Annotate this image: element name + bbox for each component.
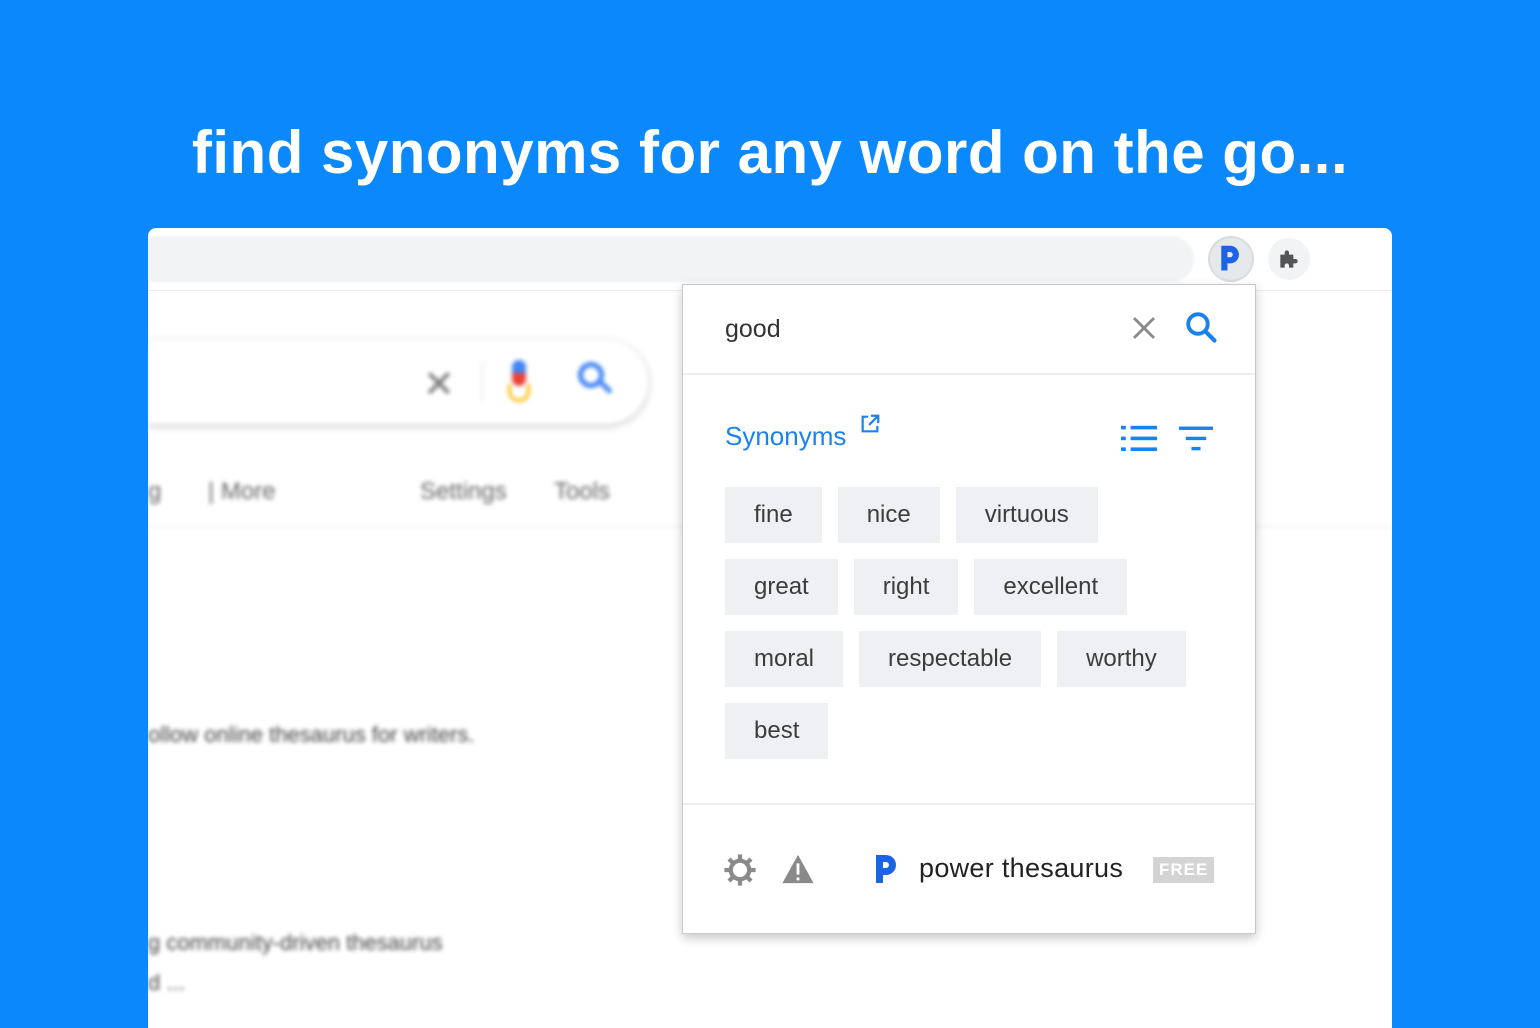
warning-icon[interactable]: [781, 853, 815, 885]
background-result-snippet: ollow online thesaurus for writers.: [148, 722, 475, 747]
synonym-chip[interactable]: best: [725, 703, 829, 759]
background-nav-more: | More: [208, 478, 276, 505]
background-divider: [482, 362, 483, 402]
synonym-chip[interactable]: virtuous: [955, 487, 1098, 543]
popup-search-area: [683, 285, 1255, 375]
headline: find synonyms for any word on the go...: [191, 119, 1349, 186]
search-icon[interactable]: [1183, 309, 1219, 345]
power-thesaurus-logo-icon: [876, 855, 896, 883]
synonym-chip[interactable]: respectable: [859, 631, 1042, 687]
power-thesaurus-extension-button[interactable]: [1210, 238, 1252, 280]
address-bar[interactable]: [148, 236, 1194, 282]
chip-row: moral respectable worthy: [725, 631, 1225, 687]
synonym-chip[interactable]: excellent: [974, 559, 1128, 615]
synonym-chips: fine nice virtuous great right excellent…: [725, 487, 1225, 775]
synonym-chip[interactable]: great: [725, 559, 838, 615]
background-clear-icon: ✕: [423, 364, 455, 406]
background-nav-settings: Settings: [420, 478, 507, 505]
list-view-icon[interactable]: [1121, 423, 1157, 455]
background-nav-partial: g: [148, 478, 162, 505]
background-nav-tools: Tools: [554, 478, 611, 505]
synonym-chip[interactable]: worthy: [1057, 631, 1186, 687]
external-link-icon[interactable]: [859, 413, 881, 435]
popup-footer: power thesaurus FREE: [683, 803, 1255, 935]
browser-toolbar: [148, 228, 1392, 291]
background-search-bar: ✕: [148, 340, 648, 424]
brand-name: power thesaurus: [919, 853, 1124, 883]
background-mic-icon: [512, 360, 526, 386]
background-result-snippet: d ...: [148, 970, 185, 995]
power-thesaurus-extension-icon: [1221, 245, 1239, 271]
synonym-chip[interactable]: moral: [725, 631, 844, 687]
synonym-chip[interactable]: right: [853, 559, 959, 615]
puzzle-extensions-icon: [1280, 250, 1298, 268]
free-badge: FREE: [1153, 857, 1215, 883]
background-result-snippet: g community-driven thesaurus: [148, 930, 443, 955]
clear-icon[interactable]: [1127, 311, 1161, 345]
word-search-input[interactable]: [725, 309, 1105, 349]
background-search-icon-handle: [599, 380, 613, 395]
gear-icon[interactable]: [723, 853, 757, 887]
chip-row: great right excellent: [725, 559, 1225, 615]
synonym-chip[interactable]: nice: [837, 487, 940, 543]
synonyms-link[interactable]: Synonyms: [725, 421, 846, 452]
extension-popup: Synonyms fine nice virtuous great right: [682, 284, 1256, 934]
extensions-button[interactable]: [1268, 238, 1310, 280]
filter-icon[interactable]: [1179, 423, 1213, 455]
background-mic-base: [508, 384, 530, 402]
chip-row: fine nice virtuous: [725, 487, 1225, 543]
synonym-chip[interactable]: fine: [725, 487, 822, 543]
synonyms-header: Synonyms: [725, 411, 1225, 461]
chip-row: best: [725, 703, 1225, 759]
